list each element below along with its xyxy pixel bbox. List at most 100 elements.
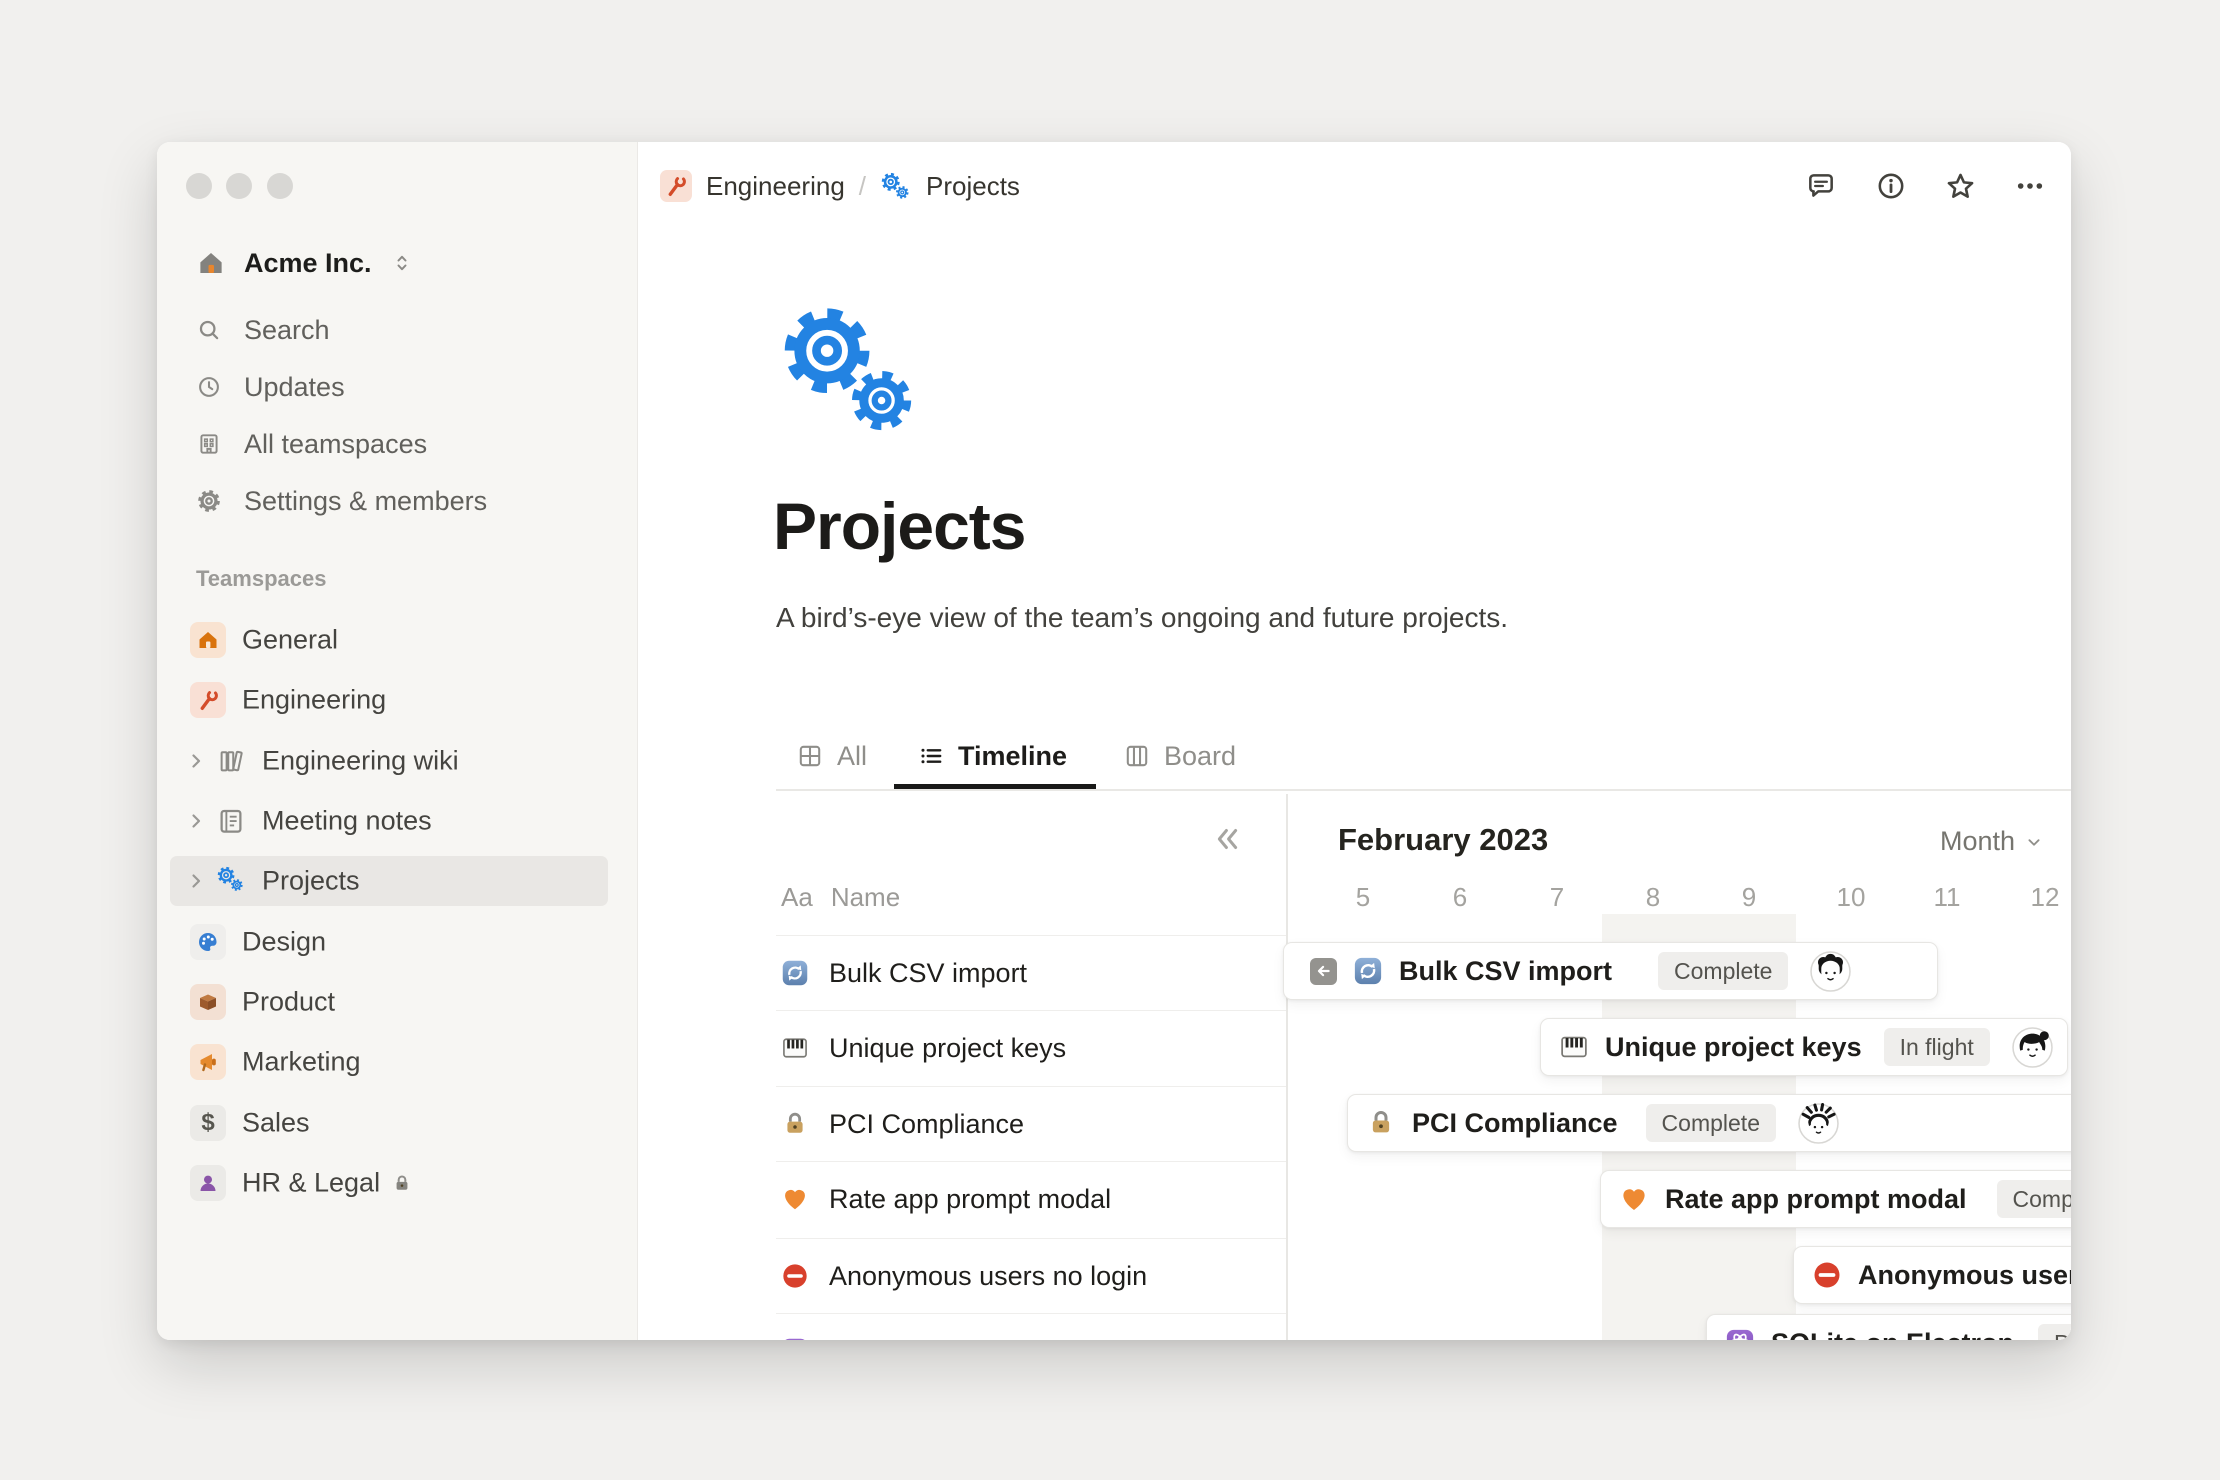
teamspace-label: Engineering wiki <box>262 746 459 777</box>
desktop-background: Acme Inc. Search Updates All teamspaces … <box>0 0 2220 1480</box>
chevron-right-icon[interactable] <box>184 869 208 893</box>
sidebar-item-updates[interactable]: Updates <box>196 367 345 407</box>
wrench-icon <box>660 170 692 202</box>
chevron-down-icon <box>2023 831 2045 853</box>
dollar-icon: $ <box>190 1105 226 1141</box>
teamspace-label: Design <box>242 927 326 958</box>
scroll-to-start-button[interactable] <box>1310 958 1337 985</box>
gear-icon <box>196 488 222 514</box>
wrench-icon <box>190 682 226 718</box>
megaphone-icon <box>190 1044 226 1080</box>
name-column-border <box>1286 794 1288 1340</box>
gantt-bar-sqlite-on-electron[interactable]: SQLite on Electron Planned <box>1706 1314 2071 1340</box>
home-icon <box>196 248 226 278</box>
breadcrumb: Engineering / Projects <box>660 164 1020 208</box>
sidebar-item-engineering-wiki[interactable]: Engineering wiki <box>170 736 608 786</box>
day-tick: 11 <box>1917 882 1977 913</box>
no-entry-icon <box>1812 1260 1842 1290</box>
page-title: Projects <box>773 488 1025 564</box>
comment-icon <box>1805 170 1837 202</box>
ellipsis-icon <box>2014 170 2046 202</box>
gantt-bar-rate-app-prompt-modal[interactable]: Rate app prompt modal Complete <box>1600 1170 2071 1228</box>
palette-icon <box>190 924 226 960</box>
gantt-bar-bulk-csv-import[interactable]: Bulk CSV import Complete <box>1283 942 1938 1000</box>
traffic-light-zoom-button[interactable] <box>267 173 293 199</box>
traffic-light-close-button[interactable] <box>186 173 212 199</box>
teamspace-label: Engineering <box>242 685 386 716</box>
gantt-bar-pci-compliance[interactable]: PCI Compliance Complete <box>1347 1094 2071 1152</box>
favorite-button[interactable] <box>1941 167 1979 205</box>
workspace-switcher[interactable]: Acme Inc. <box>196 241 414 285</box>
project-row-bulk-csv-import[interactable]: Bulk CSV import <box>776 935 1286 1010</box>
sidebar-item-hr-legal[interactable]: HR & Legal <box>170 1158 608 1208</box>
sidebar-item-meeting-notes[interactable]: Meeting notes <box>170 796 608 846</box>
chevron-right-icon[interactable] <box>184 809 208 833</box>
gantt-bar-anonymous-users[interactable]: Anonymous users no login <box>1793 1246 2071 1304</box>
text-type-icon: Aa <box>781 882 813 913</box>
info-button[interactable] <box>1872 167 1910 205</box>
sync-icon <box>781 959 809 987</box>
teamspace-label: Meeting notes <box>262 806 432 837</box>
package-icon <box>190 984 226 1020</box>
teamspaces-section-label: Teamspaces <box>196 566 326 592</box>
sidebar-item-label: Settings & members <box>244 486 487 517</box>
sidebar-item-projects[interactable]: Projects <box>170 856 608 906</box>
project-row-anonymous-users[interactable]: Anonymous users no login <box>776 1238 1286 1313</box>
timeline-zoom-dropdown[interactable]: Month <box>1940 826 2045 857</box>
project-row-unique-project-keys[interactable]: Unique project keys <box>776 1010 1286 1085</box>
day-tick: 6 <box>1430 882 1490 913</box>
status-badge: Complete <box>1646 1104 1776 1142</box>
breadcrumb-projects[interactable]: Projects <box>926 171 1020 202</box>
sync-icon <box>1353 956 1383 986</box>
search-icon <box>196 317 222 343</box>
page-icon-gears[interactable] <box>777 304 927 441</box>
tab-board[interactable]: Board <box>1124 736 1236 776</box>
building-icon <box>196 431 222 457</box>
clock-icon <box>196 374 222 400</box>
comments-button[interactable] <box>1802 167 1840 205</box>
teamspace-label: Marketing <box>242 1047 361 1078</box>
house-icon <box>190 622 226 658</box>
status-badge: In flight <box>1884 1028 1990 1066</box>
breadcrumb-separator: / <box>859 171 866 202</box>
sidebar-item-all-teamspaces[interactable]: All teamspaces <box>196 424 427 464</box>
gantt-bar-unique-project-keys[interactable]: Unique project keys In flight <box>1540 1018 2068 1076</box>
more-options-button[interactable] <box>2011 167 2049 205</box>
chevron-right-icon[interactable] <box>184 749 208 773</box>
star-icon <box>1944 170 1977 203</box>
sidebar-item-marketing[interactable]: Marketing <box>170 1037 608 1087</box>
sidebar-item-design[interactable]: Design <box>170 917 608 967</box>
atom-icon <box>781 1337 809 1340</box>
app-window: Acme Inc. Search Updates All teamspaces … <box>157 142 2071 1340</box>
main-content: Engineering / Projects Projects A bird’s… <box>638 142 2071 1340</box>
books-icon <box>216 746 246 776</box>
day-tick: 9 <box>1719 882 1779 913</box>
avatar <box>1798 1103 1839 1144</box>
day-tick: 10 <box>1821 882 1881 913</box>
project-row-pci-compliance[interactable]: PCI Compliance <box>776 1086 1286 1161</box>
arrow-left-icon <box>1313 960 1335 982</box>
sidebar-item-general[interactable]: General <box>170 615 608 665</box>
lock-icon <box>1366 1108 1396 1138</box>
workspace-name: Acme Inc. <box>244 248 372 279</box>
sidebar-item-search[interactable]: Search <box>196 310 330 350</box>
tab-timeline[interactable]: Timeline <box>918 736 1067 776</box>
traffic-light-minimize-button[interactable] <box>226 173 252 199</box>
piano-icon <box>781 1034 809 1062</box>
teamspace-label: Product <box>242 987 335 1018</box>
sidebar-item-sales[interactable]: $ Sales <box>170 1098 608 1148</box>
day-tick: 12 <box>2015 882 2071 913</box>
timeline-month-label: February 2023 <box>1338 822 1548 858</box>
project-row-rate-app-prompt-modal[interactable]: Rate app prompt modal <box>776 1161 1286 1236</box>
project-row-sqlite-on-electron[interactable]: SQLite on Electron <box>776 1313 1286 1340</box>
tab-all[interactable]: All <box>797 736 867 776</box>
collapse-sidebar-icon[interactable] <box>1208 822 1242 856</box>
page-description: A bird’s-eye view of the team’s ongoing … <box>776 602 1508 634</box>
teamspace-label: General <box>242 625 338 656</box>
sidebar-item-engineering[interactable]: Engineering <box>170 675 608 725</box>
sidebar-item-settings-members[interactable]: Settings & members <box>196 481 487 521</box>
sidebar-item-product[interactable]: Product <box>170 977 608 1027</box>
breadcrumb-engineering[interactable]: Engineering <box>706 171 845 202</box>
teamspace-label: HR & Legal <box>242 1168 412 1199</box>
chevron-up-down-icon <box>390 251 414 275</box>
